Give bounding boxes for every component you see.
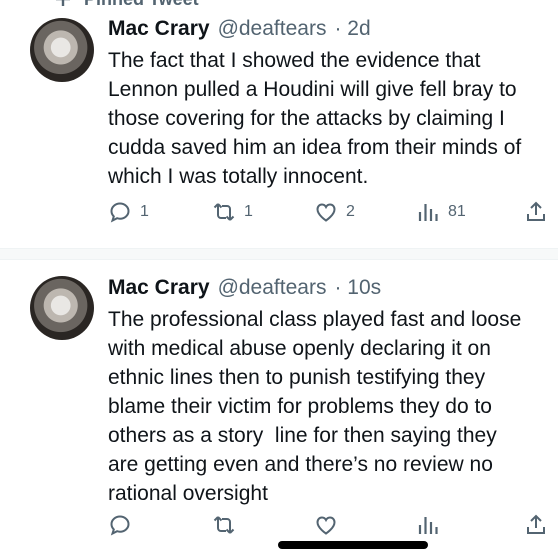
reply-button[interactable] — [108, 512, 132, 538]
views-button[interactable] — [416, 512, 440, 538]
tweet-text-line: with medical abuse openly declaring it o… — [108, 337, 491, 360]
tweet[interactable]: Mac Crary @deaftears · 10s The professio… — [0, 258, 558, 546]
reply-icon — [110, 515, 130, 536]
views-count: 81 — [448, 203, 466, 220]
author-handle[interactable]: @deaftears — [218, 17, 327, 41]
tweet-timestamp[interactable]: · 10s — [334, 276, 381, 300]
tweet-header: Mac Crary @deaftears · 2d — [108, 17, 371, 41]
retweet-icon — [213, 203, 235, 221]
tweet-text-line: cudda saved him an idea from their minds… — [108, 136, 522, 159]
share-icon — [527, 514, 545, 534]
reply-button[interactable]: 1 — [108, 199, 149, 225]
author-handle[interactable]: @deaftears — [218, 276, 327, 300]
retweet-count: 1 — [244, 203, 253, 220]
tweet-text: The fact that I showed the evidence that… — [108, 46, 554, 191]
like-button[interactable]: 2 — [314, 199, 355, 225]
views-icon — [418, 204, 438, 221]
heart-icon — [316, 516, 336, 535]
tweet-text-line: ethnic lines then to punish testifying t… — [108, 366, 486, 389]
avatar[interactable] — [30, 18, 94, 82]
retweet-icon — [213, 516, 235, 534]
tweet-text: The professional class played fast and l… — [108, 305, 554, 508]
tweet-timestamp[interactable]: · 2d — [334, 17, 370, 41]
home-indicator — [278, 541, 428, 549]
retweet-button[interactable]: 1 — [212, 199, 253, 225]
tweet-text-line: blame their victim for problems they do … — [108, 395, 492, 418]
share-button[interactable] — [524, 512, 548, 538]
like-count: 2 — [346, 203, 355, 220]
share-icon — [527, 201, 545, 221]
author-name[interactable]: Mac Crary — [108, 17, 210, 41]
retweet-button[interactable] — [212, 512, 236, 538]
share-button[interactable] — [524, 199, 548, 225]
views-icon — [418, 517, 438, 534]
like-button[interactable] — [314, 512, 338, 538]
author-name[interactable]: Mac Crary — [108, 276, 210, 300]
tweet-text-line: The fact that I showed the evidence that — [108, 49, 481, 72]
heart-icon — [316, 203, 336, 222]
tweet-text-line: are getting even and there’s no review n… — [108, 453, 493, 476]
tweet-text-line: which I was totally innocent. — [108, 165, 369, 188]
tweet-text-line: rational oversight — [108, 482, 268, 505]
avatar[interactable] — [30, 276, 94, 340]
tweet-actions: 1 1 2 81 — [108, 199, 554, 225]
reply-icon — [110, 202, 130, 223]
reply-count: 1 — [140, 203, 149, 220]
tweet-text-line: those covering for the attacks by claimi… — [108, 107, 505, 130]
tweet-text-line: others as a story line for then saying t… — [108, 424, 497, 447]
tweet-actions — [108, 512, 554, 538]
tweet[interactable]: Mac Crary @deaftears · 2d The fact that … — [0, 0, 558, 248]
tweet-text-line: The professional class played fast and l… — [108, 308, 522, 331]
tweet-header: Mac Crary @deaftears · 10s — [108, 276, 381, 300]
tweet-text-line: Lennon pulled a Houdini will give fell b… — [108, 78, 517, 101]
views-button[interactable]: 81 — [416, 199, 466, 225]
